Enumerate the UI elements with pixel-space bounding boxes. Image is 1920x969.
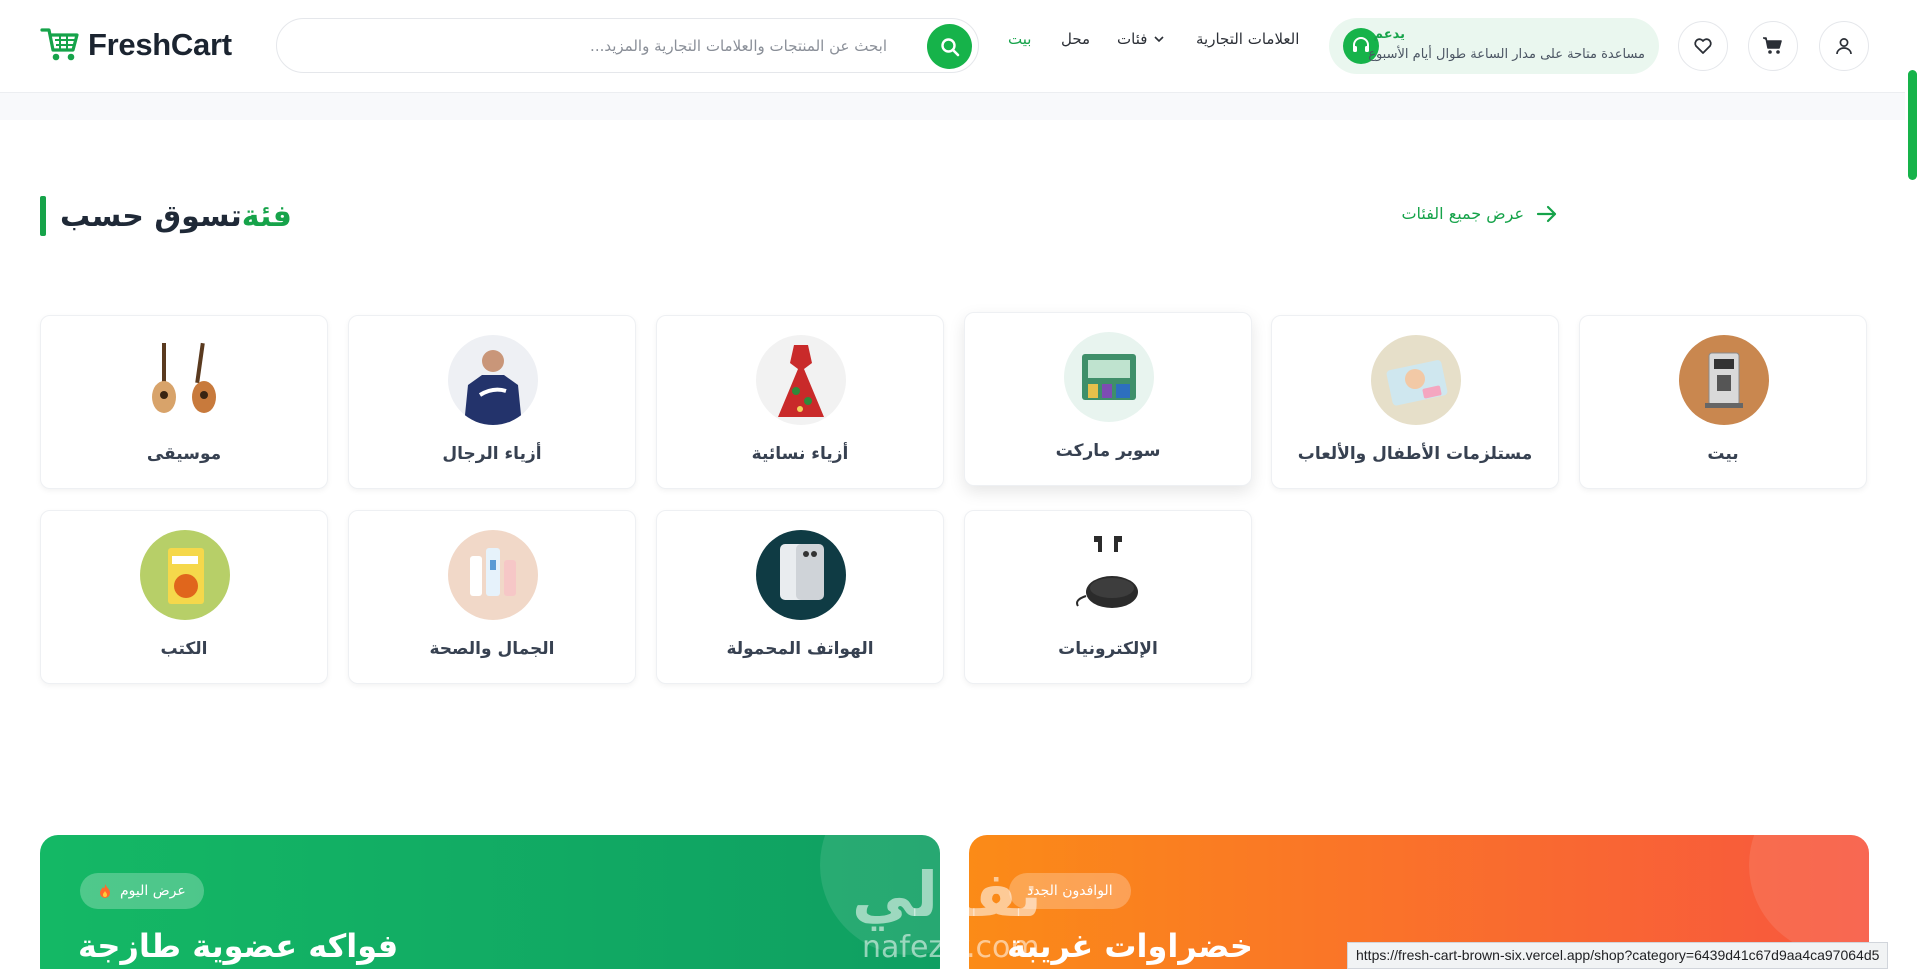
chevron-down-icon: [1154, 36, 1164, 43]
section-heading: فئةتسوق حسب: [40, 196, 292, 236]
view-all-label: عرض جميع الفئات: [1401, 204, 1524, 223]
support-widget[interactable]: يدعم مساعدة متاحة على مدار الساعة طوال أ…: [1329, 18, 1659, 74]
section-title-accent: فئة: [241, 198, 292, 234]
category-label: الإلكترونيات: [1058, 639, 1158, 659]
category-label: سوبر ماركت: [1055, 441, 1161, 461]
promo-badge: عرض اليوم: [80, 873, 204, 909]
category-card-electronics[interactable]: الإلكترونيات: [964, 510, 1252, 684]
category-card-mens-fashion[interactable]: أزياء الرجال: [348, 315, 636, 489]
promo-headline: فواكه عضوية طازجة: [78, 927, 399, 965]
logo[interactable]: FreshCart: [40, 26, 232, 64]
category-card-home[interactable]: بيت: [1579, 315, 1867, 489]
watermark: نفذلي nafezly.com: [852, 858, 1072, 969]
fire-icon: [100, 884, 110, 898]
category-label: الجمال والصحة: [429, 639, 555, 659]
category-label: مستلزمات الأطفال والألعاب: [1297, 444, 1533, 464]
watermark-arabic: نفذلي: [852, 858, 1044, 931]
smartphone-icon: [756, 530, 846, 620]
cart-button[interactable]: [1748, 21, 1798, 71]
category-card-supermarket[interactable]: سوبر ماركت: [964, 312, 1252, 486]
book-icon: [140, 530, 230, 620]
support-title: يدعم: [1373, 27, 1405, 42]
category-label: أزياء الرجال: [442, 444, 542, 464]
top-header: FreshCart بيت محل فئات العلامات التجارية: [0, 0, 1905, 93]
nav-categories-label: فئات: [1117, 30, 1148, 48]
category-card-baby-toys[interactable]: مستلزمات الأطفال والألعاب: [1271, 315, 1559, 489]
scrollbar-thumb[interactable]: [1908, 70, 1917, 180]
category-label: الهواتف المحمولة: [726, 639, 874, 659]
account-button[interactable]: [1819, 21, 1869, 71]
category-label: الكتب: [160, 639, 208, 659]
nav-shop[interactable]: محل: [1061, 30, 1090, 48]
view-all-categories-link[interactable]: عرض جميع الفئات: [1401, 204, 1558, 223]
category-label: بيت: [1707, 444, 1739, 464]
support-subtitle: مساعدة متاحة على مدار الساعة طوال أيام ا…: [1368, 47, 1645, 62]
cart-logo-icon: [40, 28, 79, 61]
status-bar-url: https://fresh-cart-brown-six.vercel.app/…: [1347, 942, 1889, 969]
baby-products-icon: [1371, 335, 1461, 425]
watermark-latin: nafezly.com: [862, 930, 1040, 965]
earbuds-icon: [1064, 530, 1154, 620]
category-card-womens-fashion[interactable]: أزياء نسائية: [656, 315, 944, 489]
coffee-machine-icon: [1679, 335, 1769, 425]
search-input[interactable]: [297, 19, 917, 72]
page-scrollbar[interactable]: [1905, 0, 1920, 969]
guitar-icon: [140, 335, 230, 425]
logo-text: FreshCart: [88, 27, 232, 62]
category-label: موسيقى: [146, 444, 222, 464]
header-divider-strip: [0, 93, 1905, 120]
promo-banner-fruits[interactable]: عرض اليوم فواكه عضوية طازجة: [40, 835, 940, 969]
search-bar: [276, 18, 979, 73]
search-icon: [940, 37, 959, 56]
wishlist-button[interactable]: [1678, 21, 1728, 71]
user-icon: [1836, 38, 1852, 55]
nav-categories[interactable]: فئات: [1117, 30, 1165, 48]
category-label: أزياء نسائية: [751, 444, 849, 464]
decorative-circle: [1749, 835, 1869, 955]
cosmetics-icon: [448, 530, 538, 620]
hoodie-icon: [448, 335, 538, 425]
page: FreshCart بيت محل فئات العلامات التجارية: [0, 0, 1920, 969]
arrow-right-icon: [1536, 205, 1557, 222]
category-card-books[interactable]: الكتب: [40, 510, 328, 684]
nav-home[interactable]: بيت: [1008, 30, 1031, 48]
promo-badge-label: عرض اليوم: [120, 883, 186, 899]
heart-icon: [1694, 38, 1712, 54]
category-card-music[interactable]: موسيقى: [40, 315, 328, 489]
nav-brands[interactable]: العلامات التجارية: [1196, 30, 1299, 48]
category-card-mobiles[interactable]: الهواتف المحمولة: [656, 510, 944, 684]
category-card-beauty-health[interactable]: الجمال والصحة: [348, 510, 636, 684]
grocery-icon: [1064, 332, 1154, 422]
title-accent-bar: [40, 196, 46, 236]
section-title-main: تسوق حسب: [60, 198, 242, 234]
section-title: فئةتسوق حسب: [60, 199, 292, 234]
dress-icon: [756, 335, 846, 425]
cart-icon: [1763, 37, 1782, 54]
search-button[interactable]: [927, 24, 972, 69]
